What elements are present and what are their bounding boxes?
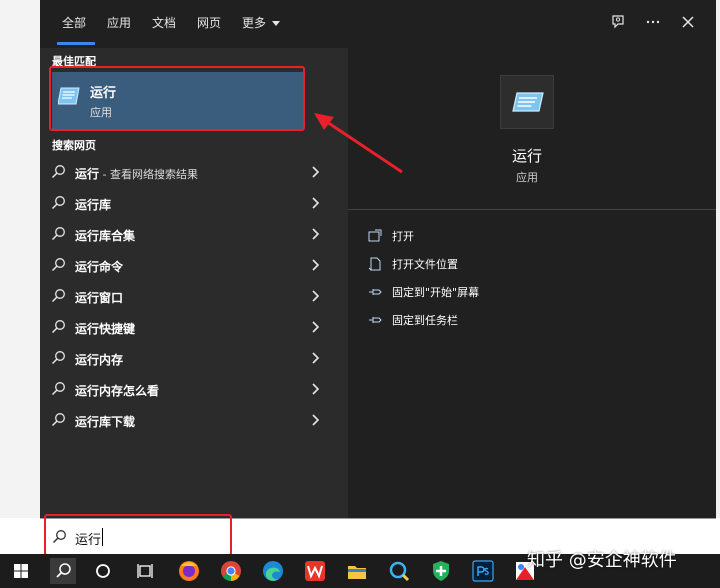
file-location-icon (368, 256, 382, 275)
chevron-right-icon[interactable] (310, 350, 322, 370)
web-result-label: 运行窗口 (75, 289, 123, 306)
photoshop-icon[interactable] (470, 558, 496, 584)
web-result-item[interactable]: 运行命令 (40, 250, 338, 281)
action-open-label: 打开 (392, 230, 414, 243)
chevron-down-icon[interactable] (272, 21, 280, 26)
web-result-label: 运行内存怎么看 (75, 382, 159, 399)
web-result-label: 运行快捷键 (75, 320, 135, 337)
more-options-icon[interactable] (643, 14, 663, 34)
pin-icon (368, 312, 382, 331)
security-icon[interactable] (428, 558, 454, 584)
web-search-heading: 搜索网页 (52, 139, 96, 152)
web-result-label: 运行内存 (75, 351, 123, 368)
chevron-right-icon[interactable] (310, 319, 322, 339)
search-icon (51, 381, 66, 400)
search-tabs-bar: 全部 应用 文档 网页 更多 (40, 0, 716, 48)
search-icon (51, 164, 66, 183)
annotation-highlight-search-box (44, 514, 232, 556)
web-result-query: 运行窗口 (75, 291, 124, 305)
windows-start-icon[interactable] (8, 558, 34, 584)
web-result-item[interactable]: 运行内存 (40, 343, 338, 374)
chevron-right-icon[interactable] (310, 257, 322, 277)
search-icon (51, 288, 66, 307)
search-icon[interactable] (50, 558, 76, 584)
web-result-query: 运行库 (75, 198, 112, 212)
tab-documents[interactable]: 文档 (152, 0, 176, 46)
chevron-right-icon[interactable] (310, 381, 322, 401)
web-result-item[interactable]: 运行内存怎么看 (40, 374, 338, 405)
app-icon[interactable] (386, 558, 412, 584)
search-icon (51, 350, 66, 369)
close-icon[interactable] (678, 14, 698, 34)
edge-icon[interactable] (260, 558, 286, 584)
search-icon (51, 319, 66, 338)
search-icon (51, 257, 66, 276)
web-result-label: 运行命令 (75, 258, 123, 275)
detail-divider (348, 209, 716, 210)
search-icon (51, 195, 66, 214)
cortana-icon[interactable] (90, 558, 116, 584)
chrome-icon[interactable] (218, 558, 244, 584)
web-result-label: 运行库下载 (75, 413, 135, 430)
web-result-item[interactable]: 运行库下载 (40, 405, 338, 436)
chevron-right-icon[interactable] (310, 412, 322, 432)
web-result-query: 运行 (75, 167, 100, 181)
feedback-icon[interactable] (608, 14, 628, 34)
web-result-item[interactable]: 运行库合集 (40, 219, 338, 250)
tab-web[interactable]: 网页 (197, 0, 221, 46)
chevron-right-icon[interactable] (310, 226, 322, 246)
task-view-icon[interactable] (132, 558, 158, 584)
action-pin-taskbar-label: 固定到任务栏 (392, 314, 458, 327)
web-result-label: 运行库合集 (75, 227, 135, 244)
web-result-item[interactable]: 运行快捷键 (40, 312, 338, 343)
search-icon (51, 226, 66, 245)
watermark: 知乎 @安企神软件 (527, 550, 677, 571)
background-window-right (716, 0, 720, 518)
file-explorer-icon[interactable] (344, 558, 370, 584)
run-app-large-icon (500, 75, 554, 129)
pin-icon (368, 284, 382, 303)
web-result-query: 运行库合集 (75, 229, 136, 243)
web-result-suffix: - 查看网络搜索结果 (99, 168, 198, 181)
web-result-query: 运行内存怎么看 (75, 384, 160, 398)
chevron-right-icon[interactable] (310, 288, 322, 308)
web-result-query: 运行快捷键 (75, 322, 136, 336)
action-open-file-location-label: 打开文件位置 (392, 258, 458, 271)
annotation-highlight-best-match (49, 66, 305, 131)
background-window-left (0, 0, 40, 518)
web-result-query: 运行内存 (75, 353, 124, 367)
web-result-item[interactable]: 运行 - 查看网络搜索结果 (40, 157, 338, 188)
web-result-query: 运行库下载 (75, 415, 136, 429)
tab-all[interactable]: 全部 (62, 0, 86, 46)
web-result-query: 运行命令 (75, 260, 124, 274)
annotation-arrow-icon (314, 113, 403, 174)
search-icon (51, 412, 66, 431)
open-icon (368, 228, 382, 247)
firefox-icon[interactable] (176, 558, 202, 584)
action-pin-start-label: 固定到"开始"屏幕 (392, 286, 480, 299)
web-result-item[interactable]: 运行窗口 (40, 281, 338, 312)
chevron-right-icon[interactable] (310, 195, 322, 215)
web-result-label: 运行 - 查看网络搜索结果 (75, 165, 198, 182)
web-result-label: 运行库 (75, 196, 111, 213)
web-result-item[interactable]: 运行库 (40, 188, 338, 219)
tab-apps[interactable]: 应用 (107, 0, 131, 46)
active-tab-indicator (57, 42, 95, 45)
tab-more[interactable]: 更多 (242, 0, 266, 46)
wps-icon[interactable] (302, 558, 328, 584)
